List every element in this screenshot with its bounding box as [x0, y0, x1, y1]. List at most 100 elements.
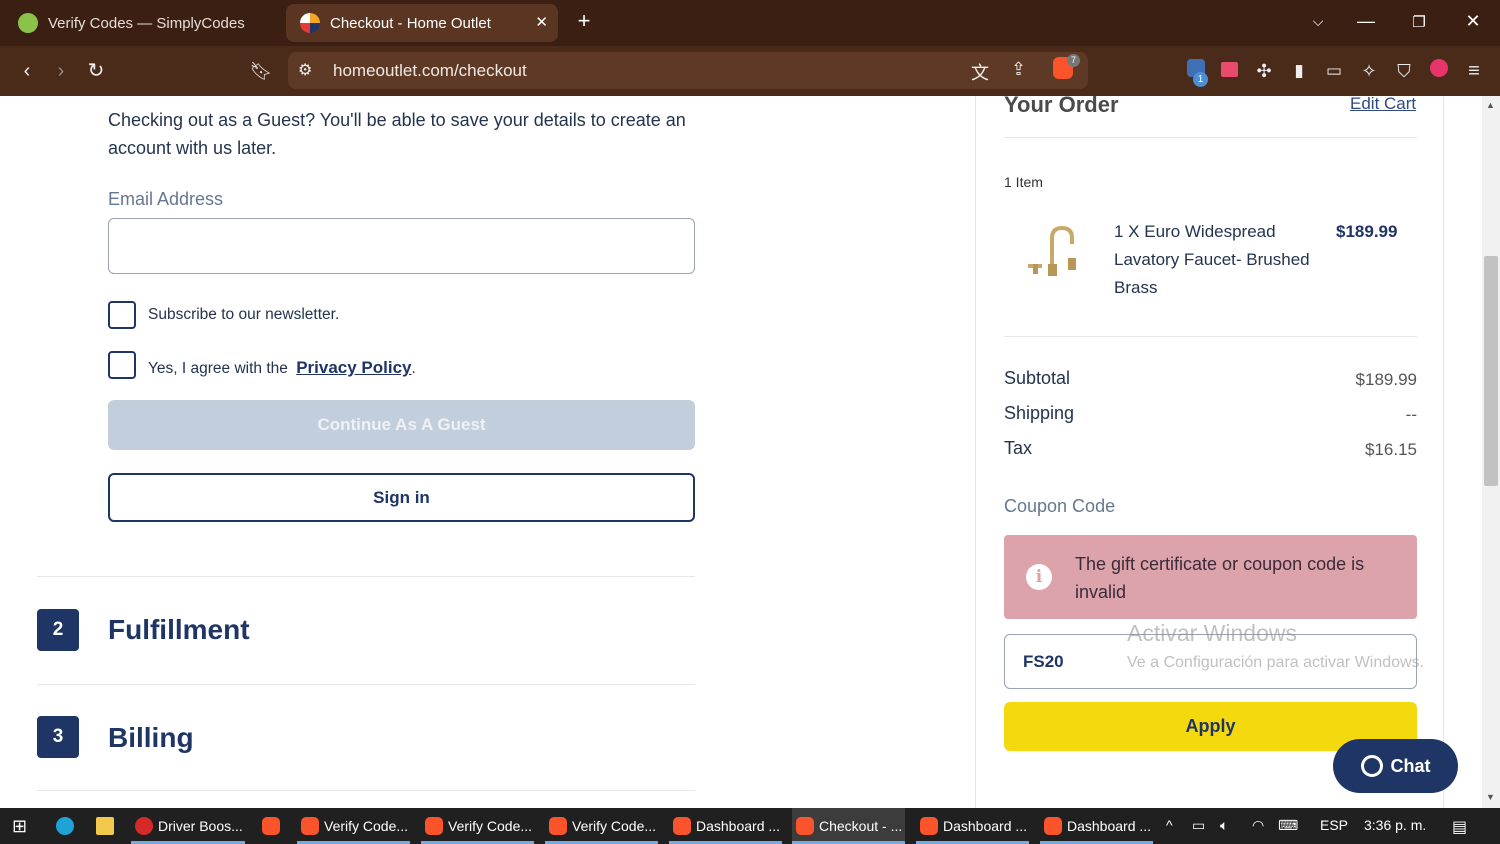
site-settings-icon[interactable]: ⚙︎ — [298, 60, 312, 80]
edit-cart-link[interactable]: Edit Cart — [1350, 96, 1416, 114]
language-indicator[interactable]: ESP — [1320, 817, 1348, 833]
wifi-icon[interactable]: ◠ — [1252, 817, 1264, 834]
brave-browser-icon[interactable] — [258, 808, 286, 844]
billing-step-title[interactable]: Billing — [108, 722, 194, 754]
coupon-error-text: The gift certificate or coupon code is i… — [1075, 554, 1365, 602]
home-outlet-favicon-icon — [300, 13, 320, 33]
windows-start-icon[interactable]: ⊞ — [8, 808, 36, 844]
newsletter-label: Subscribe to our newsletter. — [148, 306, 340, 323]
page-scrollbar[interactable]: ▲ ▼ — [1482, 96, 1500, 808]
fulfillment-step-title[interactable]: Fulfillment — [108, 614, 250, 646]
minimize-icon[interactable]: — — [1352, 11, 1380, 32]
taskbar-item-dashboard[interactable]: Dashboard ... — [669, 808, 782, 844]
share-icon[interactable]: ⇪ — [1011, 59, 1026, 80]
subtotal-label: Subtotal — [1004, 368, 1071, 388]
scroll-up-arrow-icon[interactable]: ▲ — [1486, 100, 1495, 110]
back-icon[interactable]: ‹ — [14, 58, 40, 84]
section-divider — [37, 684, 695, 685]
tab-title: Checkout - Home Outlet — [330, 14, 491, 32]
browser-tab-bar: Verify Codes — SimplyCodes Checkout - Ho… — [0, 0, 1500, 46]
chat-bubble-icon — [1360, 755, 1383, 777]
tax-label: Tax — [1004, 438, 1033, 458]
scroll-down-arrow-icon[interactable]: ▼ — [1486, 792, 1495, 802]
keyboard-icon[interactable]: ⌨︎ — [1278, 817, 1298, 834]
taskbar-item-dashboard[interactable]: Dashboard ... — [916, 808, 1029, 844]
sidebar-icon[interactable]: ▮ — [1286, 58, 1312, 84]
order-title: Your Order — [1004, 96, 1119, 117]
checkout-page: Checking out as a Guest? You'll be able … — [0, 96, 1482, 808]
taskbar-item-verify-codes[interactable]: Verify Code... — [545, 808, 658, 844]
tray-chevron-icon[interactable]: ^ — [1166, 817, 1173, 833]
subtotal-value: $189.99 — [1355, 370, 1417, 389]
newsletter-checkbox[interactable] — [108, 301, 136, 329]
restore-icon[interactable]: ❐ — [1405, 13, 1433, 31]
chat-button[interactable]: Chat — [1333, 739, 1458, 793]
file-explorer-icon[interactable] — [92, 808, 120, 844]
shipping-label: Shipping — [1004, 403, 1075, 423]
order-divider — [1004, 137, 1417, 138]
notifications-icon[interactable]: ▤ — [1452, 817, 1467, 837]
privacy-agree-text: Yes, I agree with the Privacy Policy. — [148, 358, 416, 378]
email-label: Email Address — [108, 189, 224, 209]
privacy-checkbox[interactable] — [108, 351, 136, 379]
item-count: 1 Item — [1004, 174, 1043, 190]
extension-badge: 1 — [1193, 72, 1208, 87]
profile-avatar-icon[interactable] — [1426, 58, 1452, 84]
browser-toolbar: ‹ › ↻ 🔖︎ ⚙︎ homeoutlet.com/checkout 文 ⇪ … — [0, 46, 1500, 96]
coupon-code-label: Coupon Code — [1004, 496, 1116, 516]
shield-count-badge: 7 — [1067, 54, 1080, 67]
guest-checkout-text: Checking out as a Guest? You'll be able … — [108, 110, 686, 158]
new-tab-button[interactable]: + — [570, 8, 598, 34]
taskbar-item-dashboard[interactable]: Dashboard ... — [1040, 808, 1153, 844]
privacy-prefix: Yes, I agree with the — [148, 360, 288, 377]
simplycodes-favicon-icon — [18, 13, 38, 33]
windows-activation-watermark: Activar Windows — [1127, 620, 1297, 646]
reload-icon[interactable]: ↻ — [83, 58, 109, 84]
tab-title: Verify Codes — SimplyCodes — [48, 14, 245, 32]
close-tab-icon[interactable]: ✕ — [535, 13, 548, 31]
battery-icon[interactable]: ▭ — [1192, 817, 1205, 834]
translate-icon[interactable]: 文 — [971, 59, 989, 85]
shipping-value: -- — [1405, 405, 1417, 424]
volume-icon[interactable]: 🔈︎ — [1220, 817, 1228, 834]
coupon-error-alert: i The gift certificate or coupon code is… — [1004, 535, 1417, 619]
privacy-suffix: . — [411, 360, 416, 377]
info-icon: i — [1026, 564, 1052, 590]
tab-list-chevron-icon[interactable]: ⌵ — [1304, 13, 1332, 30]
item-name: 1 X Euro Widespread Lavatory Faucet- Bru… — [1114, 222, 1310, 297]
order-summary-panel: Your Order Edit Cart 1 Item 1 X Euro Wid… — [975, 96, 1444, 808]
url-text[interactable]: homeoutlet.com/checkout — [333, 61, 527, 81]
windows-taskbar: ⊞ Driver Boos... Verify Code... Verify C… — [0, 808, 1500, 844]
window-close-icon[interactable]: ✕ — [1459, 11, 1487, 32]
taskbar-item-verify-codes[interactable]: Verify Code... — [297, 808, 410, 844]
bookmark-icon[interactable]: 🔖︎ — [248, 58, 274, 84]
product-image — [1022, 224, 1084, 282]
tax-value: $16.15 — [1365, 440, 1417, 459]
wallet-icon[interactable]: ▭ — [1321, 58, 1347, 84]
forward-icon[interactable]: › — [48, 58, 74, 84]
step-number-badge: 2 — [37, 609, 79, 651]
item-price: $189.99 — [1336, 222, 1398, 241]
tab-verify-codes[interactable]: Verify Codes — SimplyCodes — [4, 4, 280, 42]
chat-label: Chat — [1390, 755, 1431, 776]
section-divider — [37, 790, 695, 791]
menu-icon[interactable]: ≡ — [1461, 58, 1487, 84]
tab-checkout[interactable]: Checkout - Home Outlet ✕ — [286, 4, 558, 42]
section-divider — [37, 576, 695, 577]
extensions-puzzle-icon[interactable]: ✣ — [1251, 58, 1277, 84]
extension-calendar-icon[interactable] — [1216, 58, 1242, 84]
address-bar[interactable]: ⚙︎ homeoutlet.com/checkout 文 ⇪ 7 — [288, 52, 1088, 89]
clock[interactable]: 3:36 p. m. — [1364, 817, 1426, 833]
vpn-shield-icon[interactable]: ⛉ — [1391, 58, 1417, 84]
taskbar-item-driver-booster[interactable]: Driver Boos... — [131, 808, 245, 844]
leo-ai-icon[interactable]: ✧ — [1356, 58, 1382, 84]
sign-in-button[interactable]: Sign in — [108, 473, 695, 522]
taskbar-item-checkout[interactable]: Checkout - ... — [792, 808, 905, 844]
continue-as-guest-button[interactable]: Continue As A Guest — [108, 400, 695, 450]
scrollbar-thumb[interactable] — [1484, 256, 1498, 486]
email-input[interactable] — [108, 218, 695, 274]
privacy-policy-link[interactable]: Privacy Policy — [296, 358, 411, 377]
edge-browser-icon[interactable] — [52, 808, 80, 844]
taskbar-item-verify-codes[interactable]: Verify Code... — [421, 808, 534, 844]
windows-activation-hint: Ve a Configuración para activar Windows. — [1127, 654, 1425, 671]
